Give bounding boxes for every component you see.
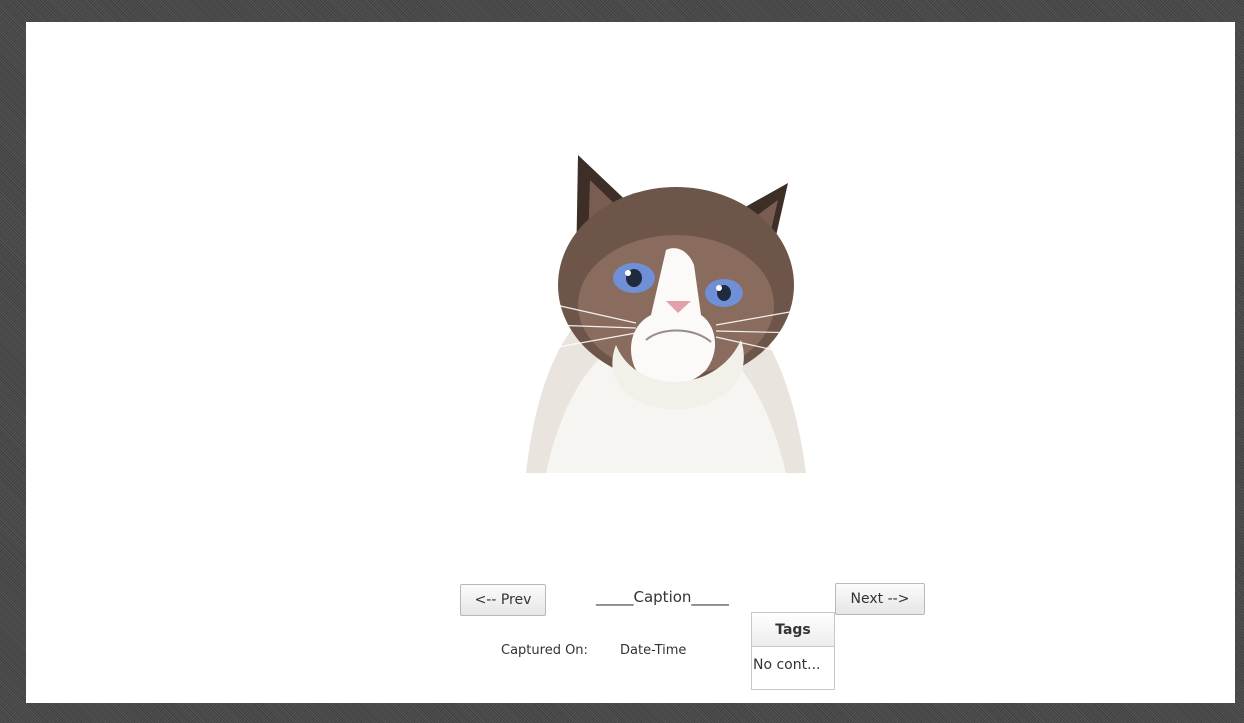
tags-empty-placeholder: No cont... xyxy=(753,657,821,673)
captured-on-label: Captured On: xyxy=(501,643,588,658)
prev-button[interactable]: <-- Prev xyxy=(460,584,546,616)
tags-table[interactable]: Tags No cont... xyxy=(751,612,835,690)
next-button[interactable]: Next --> xyxy=(835,583,925,615)
photo-viewer-window: <-- Prev _____Caption_____ Next --> Capt… xyxy=(26,22,1235,703)
captured-on-value: Date-Time xyxy=(620,643,687,658)
cat-photo xyxy=(526,155,806,473)
tags-column-header[interactable]: Tags xyxy=(752,613,834,647)
caption-text: _____Caption_____ xyxy=(596,588,729,606)
